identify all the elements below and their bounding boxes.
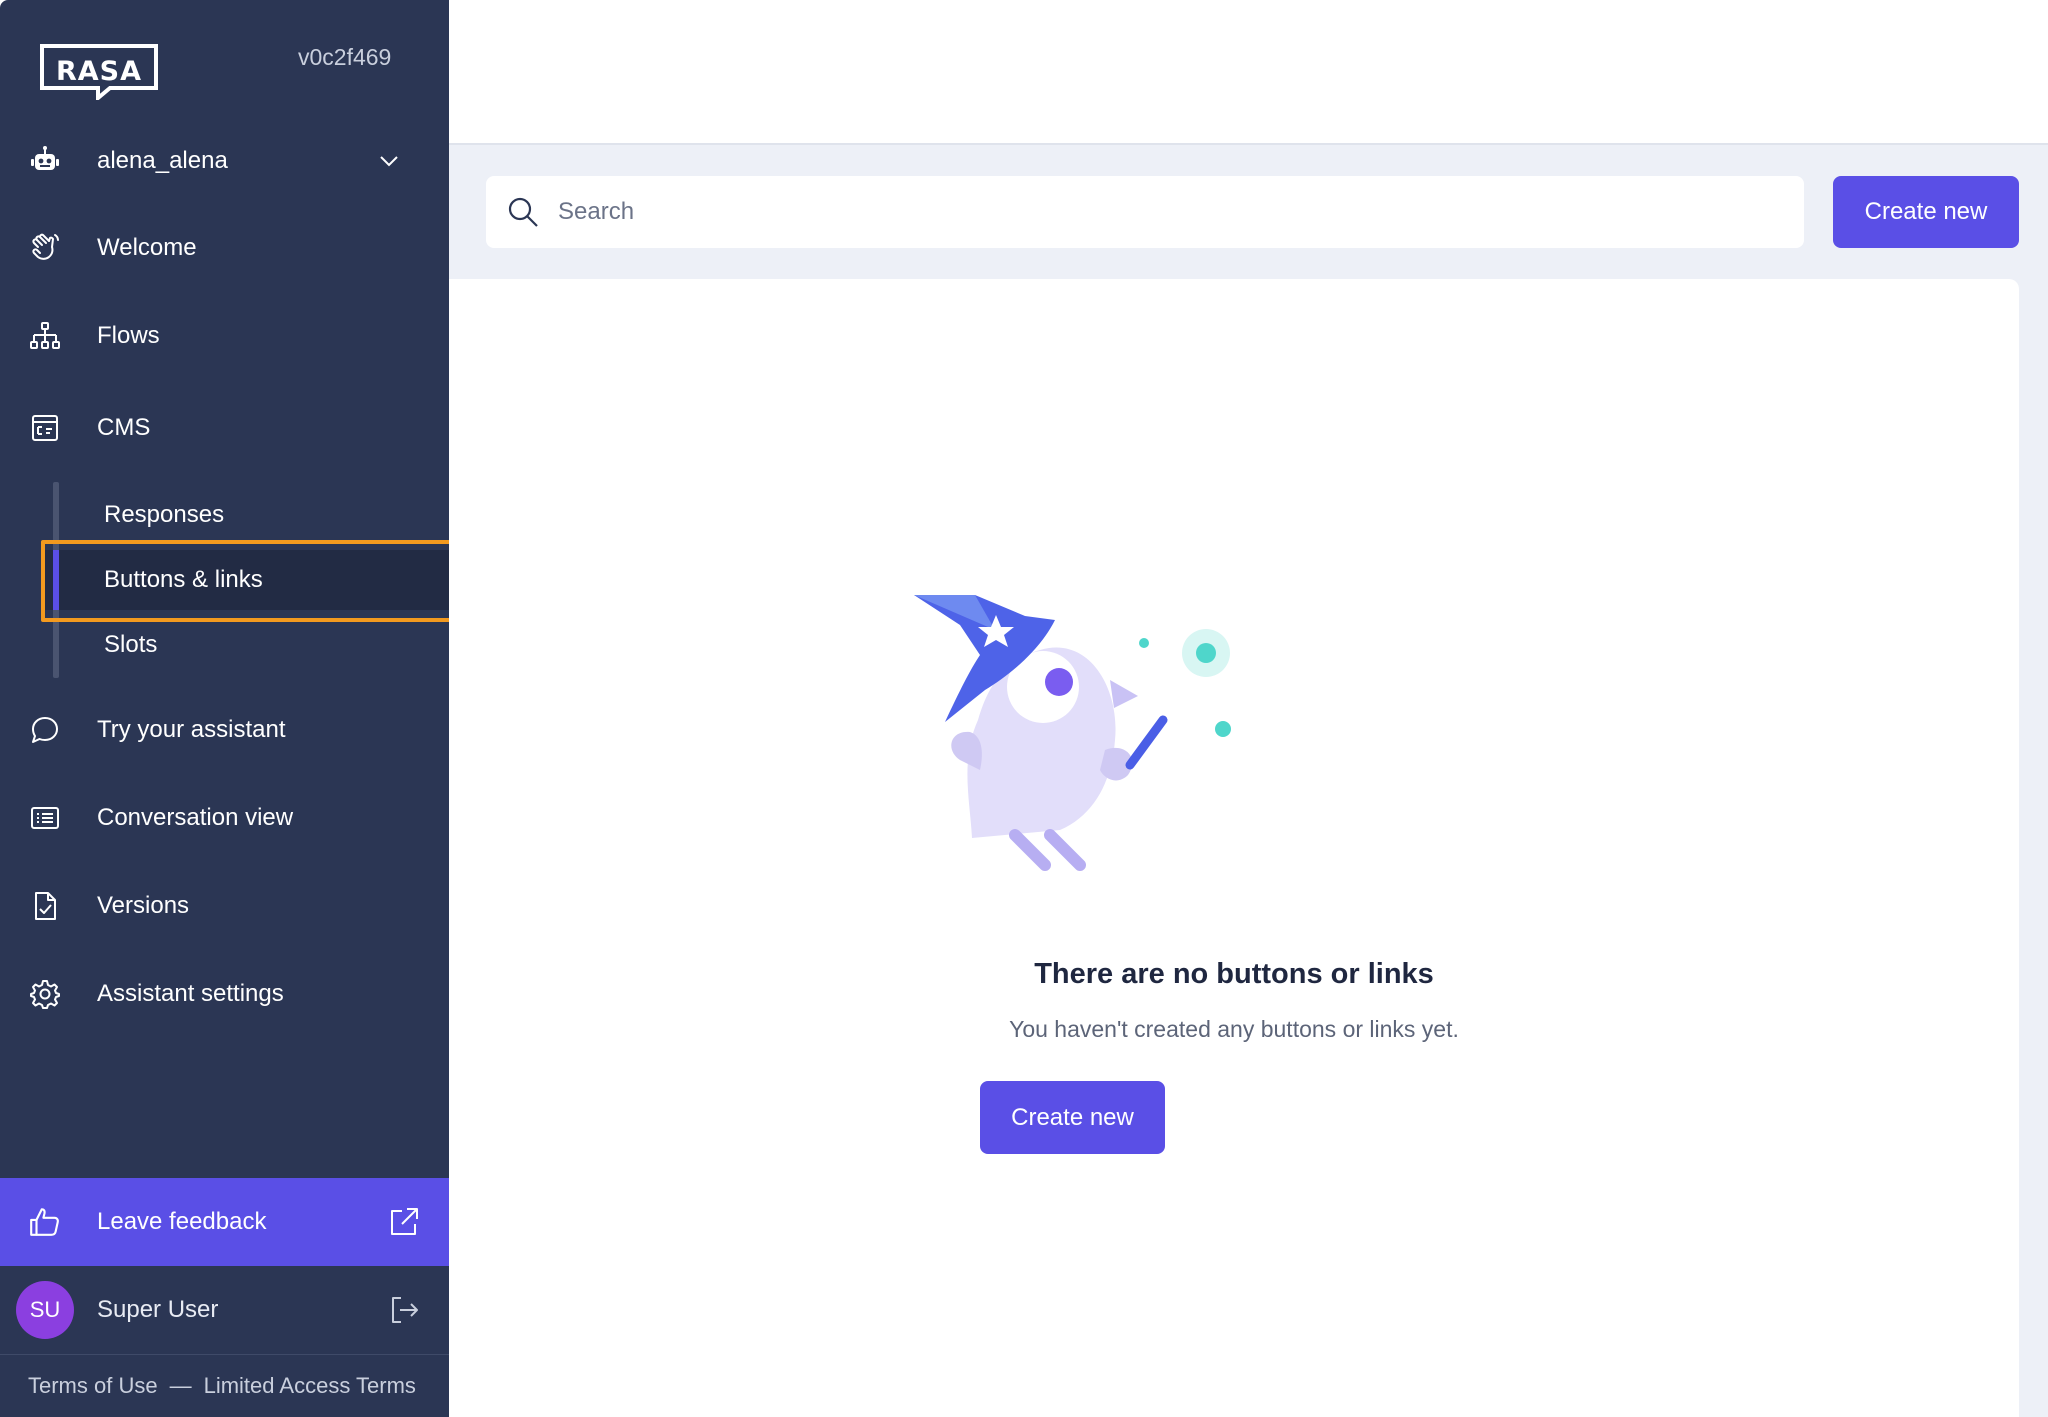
user-row: SU Super User xyxy=(0,1266,449,1354)
empty-state-title: There are no buttons or links xyxy=(1034,958,1434,990)
nav-conversation-view-label: Conversation view xyxy=(97,804,294,831)
nav-try-assistant[interactable]: Try your assistant xyxy=(0,700,449,760)
cms-item-responses-label: Responses xyxy=(104,501,225,528)
chevron-down-icon[interactable] xyxy=(376,148,402,174)
legal-footer: Terms of Use — Limited Access Terms xyxy=(0,1354,449,1417)
create-new-button[interactable]: Create new xyxy=(1833,176,2019,248)
chat-bubble-icon xyxy=(28,713,62,747)
robot-icon xyxy=(28,144,62,178)
cms-item-slots-label: Slots xyxy=(104,631,158,658)
avatar[interactable]: SU xyxy=(16,1281,74,1339)
document-check-icon xyxy=(28,889,62,923)
search-input[interactable] xyxy=(558,187,1778,237)
cms-item-buttons-links-label: Buttons & links xyxy=(104,566,263,593)
cms-item-responses[interactable]: Responses xyxy=(44,485,449,545)
footer-separator: — xyxy=(169,1373,192,1398)
search-box[interactable] xyxy=(486,176,1804,248)
nav-welcome[interactable]: Welcome xyxy=(0,218,449,278)
nav-cms[interactable]: CMS xyxy=(0,398,449,458)
empty-state-subtitle: You haven't created any buttons or links… xyxy=(1009,1016,1459,1042)
cms-item-buttons-links[interactable]: Buttons & links xyxy=(44,550,449,610)
gear-icon xyxy=(28,977,62,1011)
user-name: Super User xyxy=(97,1296,219,1323)
wizard-bird-illustration xyxy=(914,595,1231,871)
svg-text:RASA: RASA xyxy=(56,56,142,87)
waving-hand-icon xyxy=(28,231,62,265)
thumbs-up-icon xyxy=(30,1208,59,1236)
version-label: v0c2f469 xyxy=(298,44,392,70)
limited-access-terms-link[interactable]: Limited Access Terms xyxy=(204,1373,416,1399)
nav-versions[interactable]: Versions xyxy=(0,876,449,936)
nav-try-assistant-label: Try your assistant xyxy=(97,716,286,743)
rasa-logo: RASA xyxy=(40,44,158,100)
logout-icon[interactable] xyxy=(388,1294,420,1326)
leave-feedback-label: Leave feedback xyxy=(97,1208,267,1235)
nav-flows-label: Flows xyxy=(97,322,160,349)
nav-flows[interactable]: Flows xyxy=(0,306,449,366)
flow-tree-icon xyxy=(28,319,62,353)
nav-conversation-view[interactable]: Conversation view xyxy=(0,788,449,848)
nav-cms-label: CMS xyxy=(97,414,151,441)
terms-of-use-link[interactable]: Terms of Use xyxy=(28,1373,158,1399)
nav-versions-label: Versions xyxy=(97,892,190,919)
nav-assistant-settings-label: Assistant settings xyxy=(97,980,284,1007)
cms-icon xyxy=(28,411,62,445)
list-window-icon xyxy=(28,801,62,835)
assistant-name: alena_alena xyxy=(97,147,228,174)
external-link-icon xyxy=(391,1208,418,1235)
nav-assistant-settings[interactable]: Assistant settings xyxy=(0,964,449,1024)
top-bar xyxy=(449,0,2048,145)
empty-state-create-button[interactable]: Create new xyxy=(980,1081,1165,1154)
sidebar: RASA v0c2f469 alena_alena Welcome Flows … xyxy=(0,0,461,1417)
leave-feedback-button[interactable]: Leave feedback xyxy=(0,1178,449,1266)
nav-welcome-label: Welcome xyxy=(97,234,197,261)
app-root: RASA v0c2f469 alena_alena Welcome Flows … xyxy=(0,0,2048,1417)
cms-item-slots[interactable]: Slots xyxy=(44,615,449,675)
search-icon xyxy=(508,197,538,227)
